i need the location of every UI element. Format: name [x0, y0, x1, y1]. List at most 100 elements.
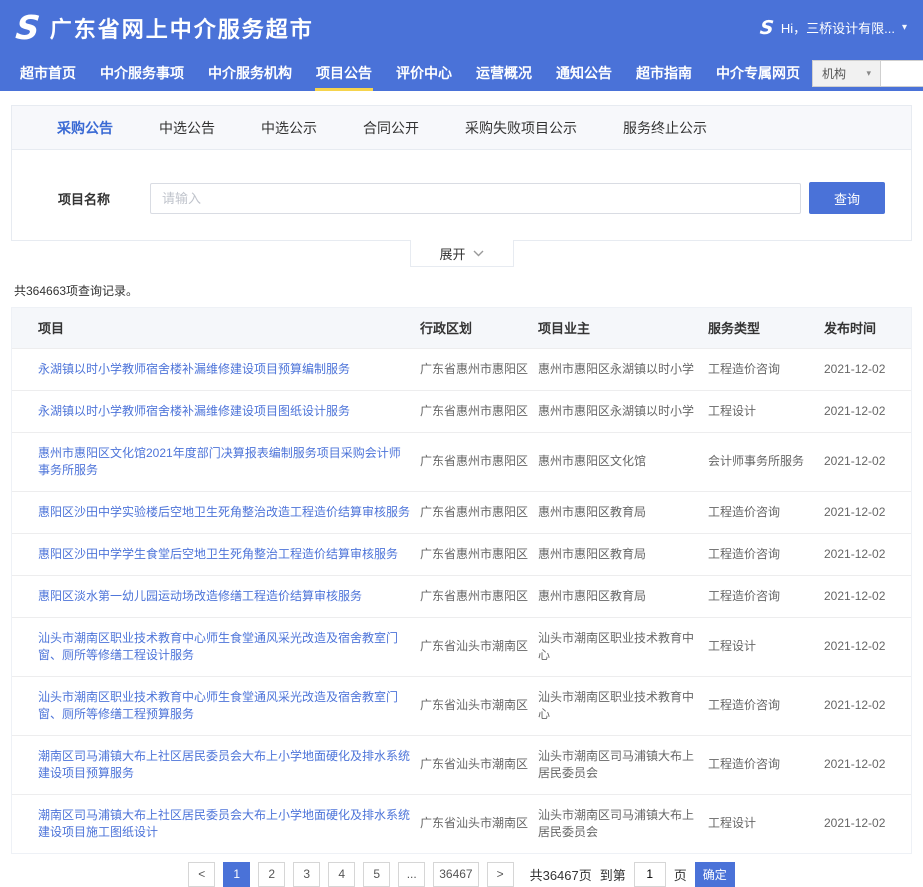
nav-item[interactable]: 项目公告 [304, 55, 384, 91]
main-nav: 超市首页 中介服务事项 中介服务机构 项目公告 评价中心 运营概况 通知公告 超… [0, 55, 923, 91]
user-logo-icon: S [759, 17, 775, 39]
global-search: 机构 ▾ [812, 60, 923, 87]
results-table-panel: 项目 行政区划 项目业主 服务类型 发布时间 永湖镇以时小学教师宿舍楼补漏维修建… [11, 307, 912, 854]
project-cell: 惠阳区淡水第一幼儿园运动场改造修缮工程造价结算审核服务 [12, 575, 420, 617]
page-number-button[interactable]: 4 [328, 862, 355, 887]
nav-item[interactable]: 中介专属网页 [704, 55, 812, 91]
query-button[interactable]: 查询 [809, 182, 885, 214]
owner-cell: 惠州市惠阳区教育局 [538, 575, 708, 617]
region-cell: 广东省惠州市惠阳区 [420, 348, 538, 390]
nav-item[interactable]: 中介服务事项 [88, 55, 196, 91]
region-cell: 广东省惠州市惠阳区 [420, 432, 538, 491]
owner-cell: 惠州市惠阳区教育局 [538, 533, 708, 575]
tab[interactable]: 服务终止公示 [600, 106, 730, 149]
search-input[interactable] [881, 61, 923, 86]
page-number-button[interactable]: ... [398, 862, 425, 887]
service-type-cell: 工程造价咨询 [708, 575, 824, 617]
goto-confirm-button[interactable]: 确定 [695, 862, 735, 887]
user-menu[interactable]: S Hi，三桥设计有限... ▾ [760, 17, 907, 39]
nav-items: 超市首页 中介服务事项 中介服务机构 项目公告 评价中心 运营概况 通知公告 超… [8, 55, 812, 91]
nav-item[interactable]: 评价中心 [384, 55, 464, 91]
project-cell: 潮南区司马浦镇大布上社区居民委员会大布上小学地面硬化及排水系统建设项目施工图纸设… [12, 794, 420, 853]
table-row: 永湖镇以时小学教师宿舍楼补漏维修建设项目图纸设计服务 广东省惠州市惠阳区 惠州市… [12, 390, 911, 432]
page-number-button[interactable]: 36467 [433, 862, 478, 887]
owner-cell: 汕头市潮南区职业技术教育中心 [538, 617, 708, 676]
site-logo-icon: S [14, 11, 41, 44]
col-header-project: 项目 [12, 308, 420, 348]
project-link[interactable]: 惠阳区淡水第一幼儿园运动场改造修缮工程造价结算审核服务 [38, 589, 362, 603]
page-number-button[interactable]: 2 [258, 862, 285, 887]
project-link[interactable]: 惠州市惠阳区文化馆2021年度部门决算报表编制服务项目采购会计师事务所服务 [38, 446, 401, 477]
owner-cell: 惠州市惠阳区文化馆 [538, 432, 708, 491]
project-link[interactable]: 惠阳区沙田中学学生食堂后空地卫生死角整治工程造价结算审核服务 [38, 547, 398, 561]
goto-page-input[interactable] [634, 862, 666, 887]
project-name-input[interactable] [150, 183, 801, 214]
site-title: 广东省网上中介服务超市 [50, 12, 314, 44]
publish-date-cell: 2021-12-02 [824, 390, 911, 432]
next-page-button[interactable]: > [487, 862, 514, 887]
project-cell: 永湖镇以时小学教师宿舍楼补漏维修建设项目图纸设计服务 [12, 390, 420, 432]
nav-item[interactable]: 运营概况 [464, 55, 544, 91]
nav-item[interactable]: 中介服务机构 [196, 55, 304, 91]
owner-cell: 汕头市潮南区司马浦镇大布上居民委员会 [538, 735, 708, 794]
table-row: 永湖镇以时小学教师宿舍楼补漏维修建设项目预算编制服务 广东省惠州市惠阳区 惠州市… [12, 348, 911, 390]
project-link[interactable]: 潮南区司马浦镇大布上社区居民委员会大布上小学地面硬化及排水系统建设项目预算服务 [38, 749, 410, 780]
region-cell: 广东省惠州市惠阳区 [420, 491, 538, 533]
project-link[interactable]: 永湖镇以时小学教师宿舍楼补漏维修建设项目图纸设计服务 [38, 404, 350, 418]
project-link[interactable]: 惠阳区沙田中学实验楼后空地卫生死角整治改造工程造价结算审核服务 [38, 505, 410, 519]
region-cell: 广东省汕头市潮南区 [420, 735, 538, 794]
owner-cell: 惠州市惠阳区教育局 [538, 491, 708, 533]
nav-item[interactable]: 超市首页 [8, 55, 88, 91]
chevron-down-icon: ▾ [902, 22, 907, 33]
project-cell: 潮南区司马浦镇大布上社区居民委员会大布上小学地面硬化及排水系统建设项目预算服务 [12, 735, 420, 794]
publish-date-cell: 2021-12-02 [824, 794, 911, 853]
table-row: 潮南区司马浦镇大布上社区居民委员会大布上小学地面硬化及排水系统建设项目施工图纸设… [12, 794, 911, 853]
region-cell: 广东省惠州市惠阳区 [420, 533, 538, 575]
project-link[interactable]: 汕头市潮南区职业技术教育中心师生食堂通风采光改造及宿舍教室门窗、厕所等修缮工程设… [38, 631, 398, 662]
tab[interactable]: 采购公告 [34, 106, 136, 149]
chevron-down-icon [473, 250, 484, 257]
region-cell: 广东省惠州市惠阳区 [420, 390, 538, 432]
tab[interactable]: 中选公告 [136, 106, 238, 149]
project-link[interactable]: 汕头市潮南区职业技术教育中心师生食堂通风采光改造及宿舍教室门窗、厕所等修缮工程预… [38, 690, 398, 721]
service-type-cell: 工程造价咨询 [708, 533, 824, 575]
service-type-cell: 会计师事务所服务 [708, 432, 824, 491]
publish-date-cell: 2021-12-02 [824, 575, 911, 617]
table-row: 惠阳区沙田中学学生食堂后空地卫生死角整治工程造价结算审核服务 广东省惠州市惠阳区… [12, 533, 911, 575]
tab[interactable]: 采购失败项目公示 [442, 106, 600, 149]
table-row: 汕头市潮南区职业技术教育中心师生食堂通风采光改造及宿舍教室门窗、厕所等修缮工程预… [12, 676, 911, 735]
service-type-cell: 工程造价咨询 [708, 676, 824, 735]
nav-item[interactable]: 通知公告 [544, 55, 624, 91]
nav-item[interactable]: 超市指南 [624, 55, 704, 91]
tab[interactable]: 中选公示 [238, 106, 340, 149]
goto-prefix-label: 到第 [600, 865, 626, 884]
service-type-cell: 工程造价咨询 [708, 348, 824, 390]
project-cell: 汕头市潮南区职业技术教育中心师生食堂通风采光改造及宿舍教室门窗、厕所等修缮工程设… [12, 617, 420, 676]
search-category-select[interactable]: 机构 ▾ [813, 61, 881, 86]
result-count: 共364663项查询记录。 [14, 282, 912, 299]
page-number-button[interactable]: 3 [293, 862, 320, 887]
table-row: 惠阳区沙田中学实验楼后空地卫生死角整治改造工程造价结算审核服务 广东省惠州市惠阳… [12, 491, 911, 533]
results-table: 项目 行政区划 项目业主 服务类型 发布时间 永湖镇以时小学教师宿舍楼补漏维修建… [12, 308, 911, 853]
owner-cell: 汕头市潮南区司马浦镇大布上居民委员会 [538, 794, 708, 853]
tab[interactable]: 合同公开 [340, 106, 442, 149]
filter-form: 项目名称 查询 [12, 150, 911, 240]
pagination: < 1 2 3 4 5 ... 36467 > 共36467页 到第 页 确定 [0, 862, 923, 887]
project-cell: 汕头市潮南区职业技术教育中心师生食堂通风采光改造及宿舍教室门窗、厕所等修缮工程预… [12, 676, 420, 735]
expand-toggle[interactable]: 展开 [410, 240, 514, 267]
page-number-button[interactable]: 5 [363, 862, 390, 887]
region-cell: 广东省汕头市潮南区 [420, 617, 538, 676]
table-row: 汕头市潮南区职业技术教育中心师生食堂通风采光改造及宿舍教室门窗、厕所等修缮工程设… [12, 617, 911, 676]
prev-page-button[interactable]: < [188, 862, 215, 887]
region-cell: 广东省汕头市潮南区 [420, 794, 538, 853]
owner-cell: 惠州市惠阳区永湖镇以时小学 [538, 390, 708, 432]
col-header-owner: 项目业主 [538, 308, 708, 348]
page-number-button[interactable]: 1 [223, 862, 250, 887]
publish-date-cell: 2021-12-02 [824, 676, 911, 735]
project-link[interactable]: 永湖镇以时小学教师宿舍楼补漏维修建设项目预算编制服务 [38, 362, 350, 376]
table-row: 惠阳区淡水第一幼儿园运动场改造修缮工程造价结算审核服务 广东省惠州市惠阳区 惠州… [12, 575, 911, 617]
publish-date-cell: 2021-12-02 [824, 617, 911, 676]
col-header-region: 行政区划 [420, 308, 538, 348]
col-header-service-type: 服务类型 [708, 308, 824, 348]
project-link[interactable]: 潮南区司马浦镇大布上社区居民委员会大布上小学地面硬化及排水系统建设项目施工图纸设… [38, 808, 410, 839]
